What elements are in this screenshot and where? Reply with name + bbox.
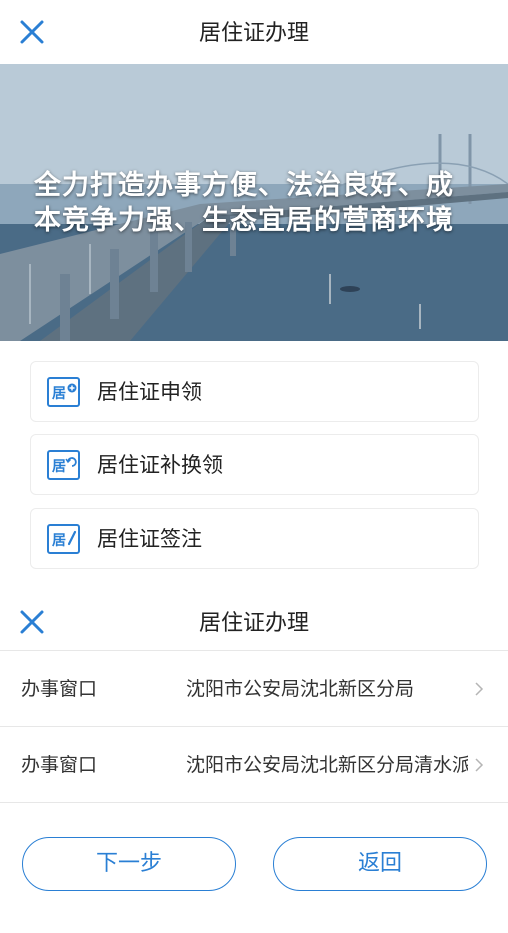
page-title: 居住证办理: [198, 21, 309, 46]
svg-text:居: 居: [52, 459, 66, 475]
menu-item-label: 居住证签注: [97, 527, 202, 551]
banner-slogan-line1: 全力打造办事方便、法治良好、成: [34, 170, 454, 201]
residence-reissue-icon: 居: [47, 450, 80, 480]
office-row[interactable]: 办事窗口 沈阳市公安局沈北新区分局清水派: [0, 727, 508, 803]
office-row[interactable]: 办事窗口 沈阳市公安局沈北新区分局: [0, 651, 508, 727]
banner-image: 全力打造办事方便、法治良好、成 本竞争力强、生态宜居的营商环境: [0, 64, 508, 341]
sheet-header: 居住证办理: [0, 590, 508, 654]
svg-text:居: 居: [52, 386, 66, 402]
menu-item-reissue[interactable]: 居 居住证补换领: [30, 434, 479, 495]
residence-endorse-icon: 居: [47, 524, 80, 554]
sheet-title: 居住证办理: [198, 611, 309, 636]
office-value: 沈阳市公安局沈北新区分局: [186, 678, 415, 700]
top-navbar: 居住证办理: [0, 0, 508, 64]
next-step-button[interactable]: 下一步: [22, 837, 236, 891]
back-button[interactable]: 返回: [273, 837, 487, 891]
banner-slogan: 全力打造办事方便、法治良好、成 本竞争力强、生态宜居的营商环境: [34, 168, 488, 238]
divider: [0, 802, 508, 803]
menu-item-label: 居住证补换领: [97, 453, 223, 477]
menu-item-label: 居住证申领: [97, 380, 202, 404]
chevron-right-icon: [475, 682, 484, 696]
office-label: 办事窗口: [21, 754, 98, 776]
menu-item-apply[interactable]: 居 居住证申领: [30, 361, 479, 422]
svg-text:居: 居: [52, 533, 66, 549]
office-label: 办事窗口: [21, 678, 98, 700]
menu-item-endorse[interactable]: 居 居住证签注: [30, 508, 479, 569]
chevron-right-icon: [475, 758, 484, 772]
banner-slogan-line2: 本竞争力强、生态宜居的营商环境: [34, 205, 454, 236]
residence-apply-icon: 居: [47, 377, 80, 407]
office-value: 沈阳市公安局沈北新区分局清水派: [186, 754, 468, 776]
